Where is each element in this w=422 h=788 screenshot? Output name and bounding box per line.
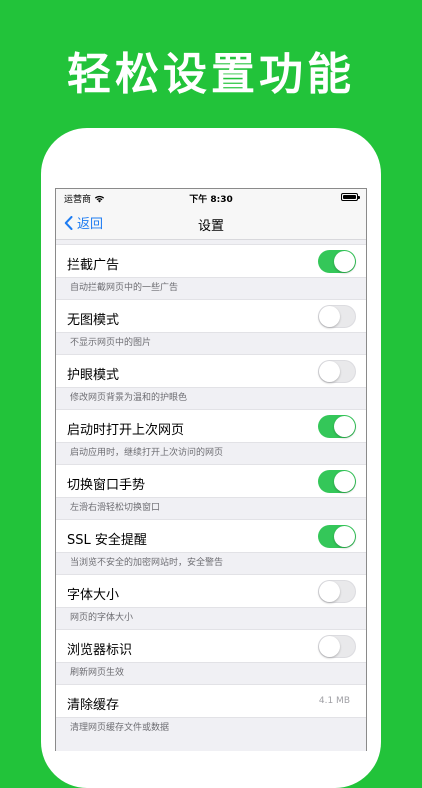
setting-label: 字体大小 [67, 588, 120, 603]
setting-row-restore-last-page[interactable]: 启动时打开上次网页 [56, 409, 366, 443]
setting-label: 拦截广告 [67, 258, 120, 273]
toggle-knob [319, 306, 340, 327]
status-bar: 运营商 下午 8:30 [56, 189, 366, 205]
font-size-toggle[interactable] [318, 580, 356, 603]
eye-care-mode-toggle[interactable] [318, 360, 356, 383]
page-title: 设置 [197, 219, 224, 234]
navigation-bar: 返回 设置 [56, 205, 366, 240]
restore-last-page-toggle[interactable] [318, 415, 356, 438]
setting-label: 浏览器标识 [67, 643, 133, 658]
toggle-knob [334, 416, 355, 437]
status-time: 下午 8:30 [189, 195, 233, 205]
setting-row-font-size[interactable]: 字体大小 [56, 574, 366, 608]
setting-label: 切换窗口手势 [67, 478, 146, 493]
settings-screen: 运营商 下午 8:30 返回 设置 拦截广告 自动拦截网页中的一些广告 无图模式… [55, 188, 367, 751]
setting-row-clear-cache[interactable]: 清除缓存 4.1 MB [56, 684, 366, 718]
swipe-gesture-toggle[interactable] [318, 470, 356, 493]
no-image-mode-toggle[interactable] [318, 305, 356, 328]
toggle-knob [334, 526, 355, 547]
setting-label: SSL 安全提醒 [67, 533, 147, 548]
cache-size-value: 4.1 MB [318, 696, 350, 706]
toggle-knob [319, 361, 340, 382]
ssl-warning-toggle[interactable] [318, 525, 356, 548]
setting-caption: 不显示网页中的图片 [70, 338, 152, 348]
setting-row-ssl-warning[interactable]: SSL 安全提醒 [56, 519, 366, 553]
toggle-knob [334, 251, 355, 272]
setting-caption: 左滑右滑轻松切换窗口 [70, 503, 161, 513]
setting-caption: 刷新网页生效 [70, 668, 125, 678]
setting-caption: 自动拦截网页中的一些广告 [70, 283, 179, 293]
block-ads-toggle[interactable] [318, 250, 356, 273]
setting-caption: 清理网页缓存文件或数据 [70, 723, 170, 733]
toggle-knob [334, 471, 355, 492]
setting-caption: 修改网页背景为温和的护眼色 [70, 393, 188, 403]
setting-caption: 启动应用时，继续打开上次访问的网页 [70, 448, 224, 458]
setting-row-block-ads[interactable]: 拦截广告 [56, 244, 366, 278]
setting-label: 启动时打开上次网页 [67, 423, 185, 438]
setting-caption: 当浏览不安全的加密网站时，安全警告 [70, 558, 224, 568]
battery-icon [341, 193, 360, 201]
setting-row-swipe-gesture[interactable]: 切换窗口手势 [56, 464, 366, 498]
setting-label: 无图模式 [67, 313, 120, 328]
toggle-knob [319, 581, 340, 602]
setting-label: 清除缓存 [67, 698, 120, 713]
setting-label: 护眼模式 [67, 368, 120, 383]
setting-row-no-image-mode[interactable]: 无图模式 [56, 299, 366, 333]
hero-title: 轻松设置功能 [67, 49, 355, 100]
setting-caption: 网页的字体大小 [70, 613, 134, 623]
user-agent-toggle[interactable] [318, 635, 356, 658]
toggle-knob [319, 636, 340, 657]
setting-row-eye-care-mode[interactable]: 护眼模式 [56, 354, 366, 388]
setting-row-user-agent[interactable]: 浏览器标识 [56, 629, 366, 663]
